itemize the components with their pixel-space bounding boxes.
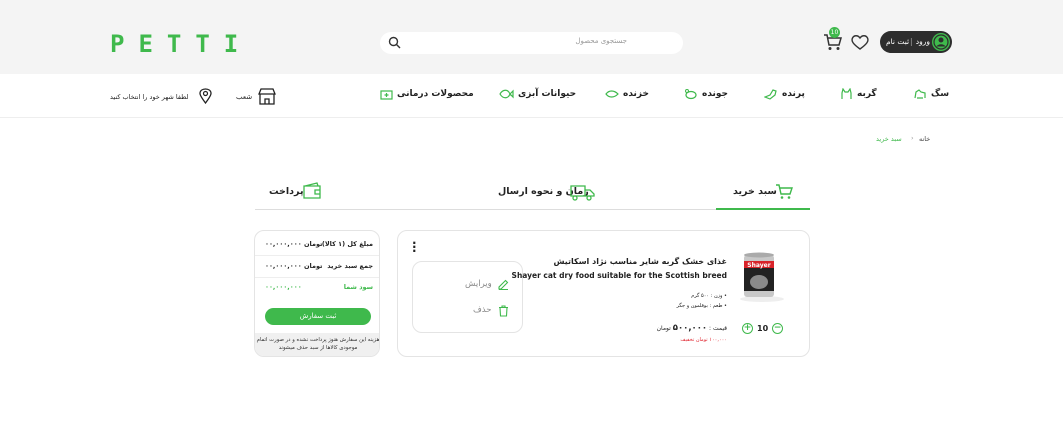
product-title-en[interactable]: Shayer cat dry food suitable for the Sco… bbox=[512, 271, 727, 280]
logo[interactable]: PETTI bbox=[110, 30, 252, 58]
price-value: ۵۰۰,۰۰۰ bbox=[672, 323, 708, 333]
nav-item-label: حیوانات آبزی bbox=[518, 89, 577, 99]
nav-item-reptile[interactable]: خزنده bbox=[605, 88, 649, 100]
cart-item-card: · · · ویرایش حذف غذای خشک گربه شایر مناسب … bbox=[397, 230, 810, 357]
search-placeholder: جستجوی محصول bbox=[575, 37, 627, 45]
nav-item-label: پرنده bbox=[782, 89, 805, 99]
dog-icon bbox=[914, 89, 926, 99]
step-cart[interactable]: سبد خرید bbox=[733, 186, 777, 197]
more-options-icon[interactable]: · · · bbox=[412, 237, 417, 257]
summary-cart-sum-value: ۰۰,۰۰۰,۰۰۰ تومان bbox=[265, 262, 323, 270]
search-icon[interactable] bbox=[388, 36, 401, 49]
header-bar: PETTI جستجوی محصول 10 ورود | ثبت نام bbox=[0, 0, 1063, 74]
store-icon[interactable] bbox=[258, 88, 276, 105]
rodent-icon bbox=[685, 89, 697, 100]
cat-icon bbox=[841, 88, 852, 99]
can-brand: Shayer bbox=[747, 262, 770, 269]
summary-note: هزینه این سفارش هنوز پرداخت نشده و در صو… bbox=[255, 333, 379, 356]
product-weight: • وزن : ۵۰۰ گرم bbox=[691, 293, 727, 299]
summary-cart-sum-label: جمع سبد خرید bbox=[327, 262, 373, 270]
branches-link[interactable]: شعب bbox=[236, 93, 252, 101]
nav-item-label: جونده bbox=[702, 89, 729, 99]
login-button[interactable]: ورود | ثبت نام bbox=[880, 31, 952, 53]
summary-profit-value: ۰۰,۰۰۰,۰۰۰ bbox=[265, 283, 302, 291]
order-summary: مبلغ کل (۱ کالا) ۰۰,۰۰۰,۰۰۰ تومان جمع سب… bbox=[254, 230, 380, 357]
search-input[interactable]: جستجوی محصول bbox=[380, 32, 683, 54]
discount-amount: ۱۰۰,۰۰۰ تومان تخفیف bbox=[680, 337, 727, 343]
nav-item-rodent[interactable]: جونده bbox=[684, 88, 728, 100]
summary-divider bbox=[255, 277, 379, 278]
edit-label: ویرایش bbox=[465, 279, 492, 289]
truck-icon bbox=[570, 185, 595, 201]
submit-order-button[interactable]: ثبت سفارش bbox=[265, 308, 371, 325]
price-label: قیمت : bbox=[709, 325, 727, 332]
login-label: ورود bbox=[915, 37, 930, 46]
login-separator: | bbox=[910, 37, 913, 46]
nav-item-medical[interactable]: محصولات درمانی bbox=[380, 88, 474, 100]
summary-total-label: مبلغ کل (۱ کالا) bbox=[321, 240, 373, 248]
nav-item-cat[interactable]: گربه bbox=[839, 88, 877, 100]
step-payment-label: پرداخت bbox=[269, 186, 304, 197]
pencil-icon[interactable] bbox=[498, 279, 509, 290]
product-title[interactable]: غذای خشک گربه شایر مناسب نژاد اسکاتیش bbox=[553, 257, 727, 266]
cart-count-badge: 10 bbox=[829, 27, 840, 38]
quantity-value: 10 bbox=[757, 324, 769, 333]
breadcrumb-current: سبد خرید bbox=[876, 135, 902, 143]
product-price: قیمت : ۵۰۰,۰۰۰ تومان bbox=[657, 323, 727, 333]
quantity-stepper[interactable]: + 10 − bbox=[742, 323, 784, 334]
cart-step-icon bbox=[776, 184, 793, 199]
delete-button[interactable]: حذف bbox=[473, 305, 492, 315]
step-payment[interactable]: پرداخت bbox=[269, 186, 304, 197]
active-step-indicator bbox=[716, 208, 810, 210]
heart-icon[interactable] bbox=[851, 34, 869, 50]
decrease-quantity-button[interactable]: − bbox=[772, 323, 784, 334]
delete-label: حذف bbox=[473, 305, 492, 315]
nav-item-label: گربه bbox=[857, 89, 877, 99]
item-actions-panel: ویرایش حذف bbox=[412, 261, 523, 333]
nav-item-dog[interactable]: سگ bbox=[913, 88, 949, 100]
step-cart-label: سبد خرید bbox=[733, 186, 777, 197]
nav-item-label: محصولات درمانی bbox=[397, 89, 474, 99]
location-pin-icon[interactable] bbox=[199, 88, 212, 104]
price-unit: تومان bbox=[656, 325, 671, 332]
increase-quantity-button[interactable]: + bbox=[742, 323, 753, 334]
trash-icon[interactable] bbox=[498, 305, 509, 317]
reptile-icon bbox=[605, 90, 619, 98]
nav-item-bird[interactable]: پرنده bbox=[764, 88, 805, 100]
edit-button[interactable]: ویرایش bbox=[465, 279, 492, 289]
bird-icon bbox=[764, 89, 777, 100]
breadcrumb-separator: › bbox=[911, 134, 914, 142]
nav-item-aquatic[interactable]: حیوانات آبزی bbox=[498, 88, 576, 100]
wallet-icon bbox=[303, 182, 321, 199]
product-image[interactable]: Shayer bbox=[736, 249, 786, 303]
summary-divider bbox=[255, 255, 379, 256]
product-flavor: • طعم : بوقلمون و جگر bbox=[676, 303, 728, 309]
register-label: ثبت نام bbox=[886, 37, 910, 46]
user-icon bbox=[932, 33, 950, 51]
nav-divider bbox=[0, 117, 1063, 118]
medical-kit-icon bbox=[380, 90, 393, 100]
breadcrumb-home[interactable]: خانه bbox=[919, 135, 939, 143]
summary-total-value: ۰۰,۰۰۰,۰۰۰ تومان bbox=[265, 240, 323, 248]
summary-profit-label: سود شما bbox=[343, 283, 373, 291]
city-selector[interactable]: لطفا شهر خود را انتخاب کنید bbox=[110, 93, 188, 101]
nav-item-label: خزنده bbox=[623, 89, 649, 99]
fish-icon bbox=[499, 89, 514, 99]
nav-item-label: سگ bbox=[931, 89, 950, 99]
